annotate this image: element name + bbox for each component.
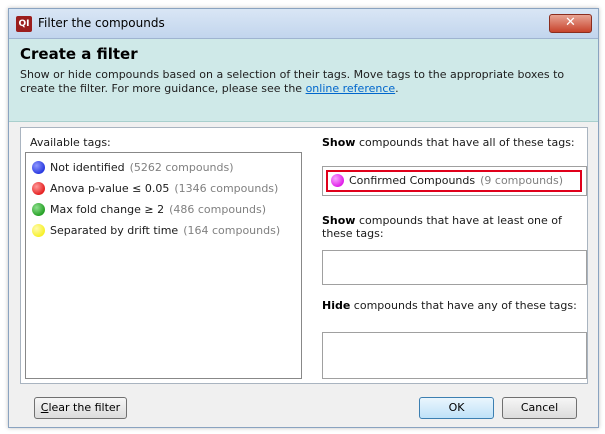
show-all-label: Show compounds that have all of these ta… <box>322 136 584 149</box>
show-all-label-rest: compounds that have all of these tags: <box>355 136 575 149</box>
app-icon: QI <box>16 16 32 32</box>
tag-count: (1346 compounds) <box>174 182 279 195</box>
tag-name: Separated by drift time <box>50 224 179 237</box>
show-all-box[interactable]: Confirmed Compounds (9 compounds) <box>322 166 587 196</box>
available-tags-list[interactable]: Not identified (5262 compounds) Anova p-v… <box>25 152 302 379</box>
red-dot-icon <box>32 181 45 195</box>
hide-any-label: Hide compounds that have any of these ta… <box>322 299 584 312</box>
tag-item-drift-time[interactable]: Separated by drift time (164 compounds) <box>32 222 280 240</box>
tag-item-not-identified[interactable]: Not identified (5262 compounds) <box>32 159 234 177</box>
show-all-label-bold: Show <box>322 136 356 149</box>
ok-button[interactable]: OK <box>419 397 494 419</box>
tag-name: Anova p-value ≤ 0.05 <box>50 182 170 195</box>
show-any-box[interactable] <box>322 250 587 285</box>
green-dot-icon <box>32 202 45 216</box>
tag-name: Not identified <box>50 161 125 174</box>
available-tags-label: Available tags: <box>30 136 111 149</box>
yellow-dot-icon <box>32 223 45 237</box>
show-any-label: Show compounds that have at least one of… <box>322 214 584 240</box>
ok-button-label: OK <box>448 401 465 414</box>
header-title: Create a filter <box>20 45 138 63</box>
description-end: . <box>395 82 399 95</box>
hide-any-label-bold: Hide <box>322 299 351 312</box>
show-any-label-rest: compounds that have at least one of thes… <box>322 214 562 240</box>
description-text: Show or hide compounds based on a select… <box>20 68 565 95</box>
cancel-button[interactable]: Cancel <box>502 397 577 419</box>
hide-any-box[interactable] <box>322 332 587 379</box>
header-description: Show or hide compounds based on a select… <box>20 68 580 96</box>
title-bar: QI Filter the compounds ✕ <box>9 9 598 39</box>
filter-dialog: QI Filter the compounds ✕ Create a filte… <box>8 8 599 428</box>
tag-name: Confirmed Compounds <box>349 174 476 187</box>
dialog-header: Create a filter Show or hide compounds b… <box>9 39 598 122</box>
show-any-label-bold: Show <box>322 214 356 227</box>
tag-count: (486 compounds) <box>169 203 267 216</box>
tag-name: Max fold change ≥ 2 <box>50 203 165 216</box>
clear-filter-button[interactable]: Clear the filter <box>34 397 127 419</box>
clear-button-label: lear the filter <box>48 401 121 414</box>
tag-item-anova[interactable]: Anova p-value ≤ 0.05 (1346 compounds) <box>32 180 278 198</box>
blue-dot-icon <box>32 160 45 174</box>
close-button[interactable]: ✕ <box>549 14 592 33</box>
tag-count: (164 compounds) <box>183 224 281 237</box>
tag-count: (9 compounds) <box>480 174 564 187</box>
tag-count: (5262 compounds) <box>129 161 234 174</box>
magenta-dot-icon <box>331 173 344 187</box>
tag-item-confirmed[interactable]: Confirmed Compounds (9 compounds) <box>331 172 563 190</box>
window-title: Filter the compounds <box>38 16 165 30</box>
online-reference-link[interactable]: online reference <box>306 82 396 95</box>
cancel-button-label: Cancel <box>520 401 559 414</box>
filter-content-panel: Available tags: Not identified (5262 comp… <box>20 127 588 384</box>
tag-item-max-fold[interactable]: Max fold change ≥ 2 (486 compounds) <box>32 201 266 219</box>
hide-any-label-rest: compounds that have any of these tags: <box>350 299 577 312</box>
close-icon: ✕ <box>565 15 576 30</box>
